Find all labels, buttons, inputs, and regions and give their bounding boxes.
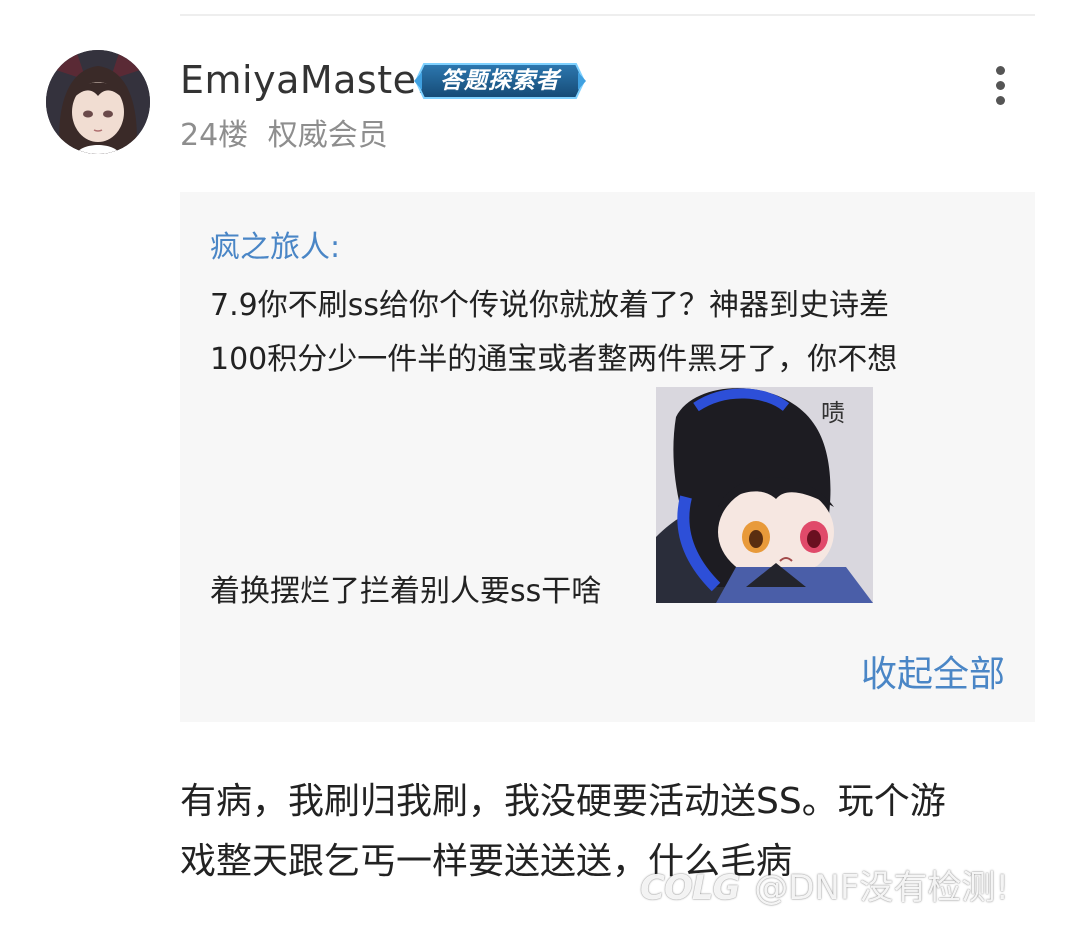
quote-author[interactable]: 疯之旅人:	[210, 228, 340, 268]
reply-text-line: 有病，我刷归我刷，我没硬要活动送SS。玩个游	[180, 781, 946, 822]
watermark-logo: COLG	[640, 868, 740, 908]
watermark-text: @DNF没有检测!	[754, 868, 1010, 908]
more-vertical-icon-dot	[995, 96, 1005, 105]
collapse-all-link[interactable]: 收起全部	[861, 652, 1005, 698]
quote-text-line: 7.9你不刷ss给你个传说你就放着了？神器到史诗差	[210, 288, 889, 323]
more-vertical-icon	[995, 66, 1005, 75]
post-meta: 24楼 权威会员	[180, 116, 398, 156]
floor-number: 24楼	[180, 118, 249, 153]
more-options-button[interactable]	[982, 62, 1018, 110]
quote-text-line: 着换摆烂了拦着别人要ss干啥	[210, 574, 602, 609]
sticker-image[interactable]: 啧	[656, 387, 873, 603]
more-vertical-icon-dot	[995, 81, 1005, 90]
sticker-caption: 啧	[821, 399, 845, 427]
quoted-reply: 疯之旅人: 7.9你不刷ss给你个传说你就放着了？神器到史诗差 100积分少一件…	[180, 192, 1035, 722]
badge-label: 答题探索者	[440, 68, 560, 94]
user-badge[interactable]: 答题探索者	[414, 62, 586, 100]
avatar-image	[46, 50, 150, 154]
quote-text-line: 100积分少一件半的通宝或者整两件黑牙了，你不想	[210, 342, 898, 377]
watermark: COLG @DNF没有检测!	[640, 866, 1009, 910]
avatar[interactable]	[46, 50, 150, 154]
member-level: 权威会员	[267, 118, 388, 153]
top-divider	[180, 14, 1035, 16]
username[interactable]: EmiyaMaster	[180, 56, 433, 104]
